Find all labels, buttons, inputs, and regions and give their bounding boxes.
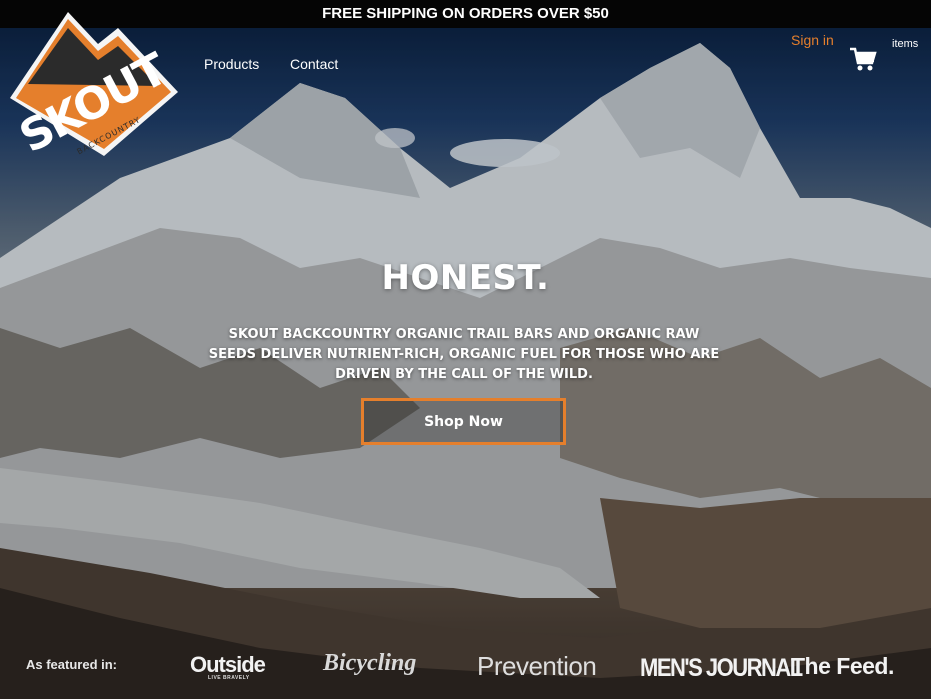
- sign-in-link[interactable]: Sign in: [791, 32, 834, 48]
- featured-label: As featured in:: [26, 657, 118, 672]
- shop-now-button[interactable]: Shop Now: [361, 398, 566, 445]
- nav-contact-link[interactable]: Contact: [290, 56, 338, 72]
- skout-logo-icon[interactable]: SKOUT BACKCOUNTRY: [6, 6, 182, 163]
- announcement-text: FREE SHIPPING ON ORDERS OVER $50: [322, 5, 609, 22]
- nav-products-link[interactable]: Products: [204, 56, 259, 72]
- cart-items-label[interactable]: items: [892, 38, 918, 50]
- press-logo-prevention: Prevention: [477, 651, 597, 681]
- press-logo-bicycling: Bicycling: [323, 650, 417, 676]
- press-logo-the-feed: The Feed.: [791, 653, 894, 679]
- hero-tagline: SKOUT BACKCOUNTRY ORGANIC TRAIL BARS AND…: [208, 327, 720, 382]
- hero-headline: HONEST.: [381, 258, 550, 298]
- press-logo-outside-subtext: LIVE BRAVELY: [208, 675, 250, 681]
- shop-now-label: Shop Now: [424, 413, 503, 430]
- shopping-cart-icon[interactable]: [849, 47, 877, 73]
- press-logo-mens-journal: MEN'S JOURNAL: [640, 653, 803, 682]
